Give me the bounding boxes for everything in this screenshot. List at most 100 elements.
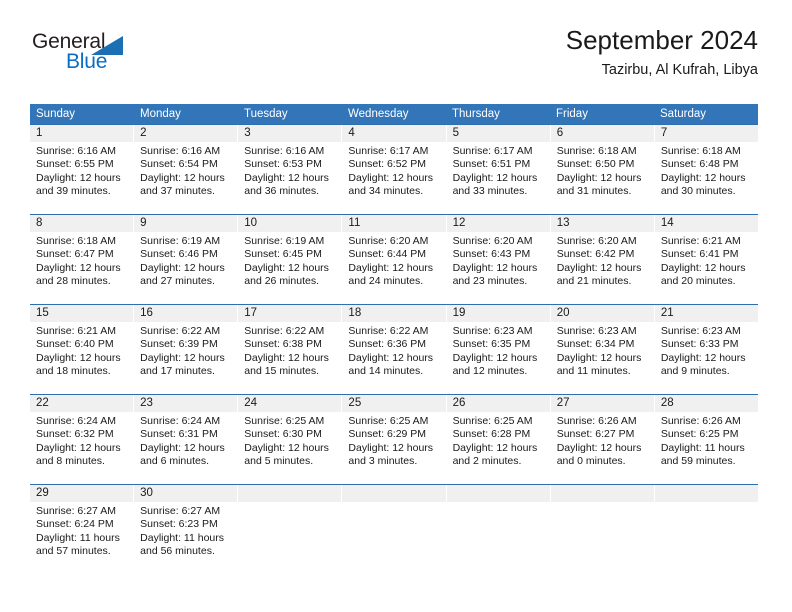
day-cell[interactable]: 2 Sunrise: 6:16 AM Sunset: 6:54 PM Dayli…	[133, 125, 237, 214]
sunset-text: Sunset: 6:27 PM	[556, 428, 635, 441]
day-cell-empty[interactable]	[445, 485, 550, 574]
sunrise-text: Sunrise: 6:26 AM	[556, 415, 637, 427]
sunrise-text: Sunrise: 6:16 AM	[244, 145, 325, 157]
day-cell[interactable]: 23 Sunrise: 6:24 AM Sunset: 6:31 PM Dayl…	[133, 395, 237, 484]
sunrise-text: Sunrise: 6:17 AM	[348, 145, 429, 157]
day-cell[interactable]: 3 Sunrise: 6:16 AM Sunset: 6:53 PM Dayli…	[237, 125, 341, 214]
sunset-text: Sunset: 6:29 PM	[348, 428, 427, 441]
day-cell[interactable]: 19 Sunrise: 6:23 AM Sunset: 6:35 PM Dayl…	[445, 305, 550, 394]
day-cell[interactable]: 22 Sunrise: 6:24 AM Sunset: 6:32 PM Dayl…	[30, 395, 133, 484]
daylight-text-line1: Daylight: 12 hours	[348, 171, 434, 184]
day-number: 12	[452, 217, 466, 229]
sunset-text: Sunset: 6:35 PM	[452, 338, 531, 351]
daylight-text-line1: Daylight: 12 hours	[244, 351, 329, 364]
day-number	[453, 485, 544, 502]
day-cell-empty[interactable]	[549, 485, 654, 574]
weekday-header-wednesday: Wednesday	[348, 108, 409, 120]
day-cell[interactable]: 28 Sunrise: 6:26 AM Sunset: 6:25 PM Dayl…	[653, 395, 758, 484]
daylight-text-line2: and 34 minutes.	[348, 185, 424, 198]
day-cell[interactable]: 7 Sunrise: 6:18 AM Sunset: 6:48 PM Dayli…	[653, 125, 758, 214]
day-cell[interactable]: 16 Sunrise: 6:22 AM Sunset: 6:39 PM Dayl…	[133, 305, 237, 394]
day-cell[interactable]: 8 Sunrise: 6:18 AM Sunset: 6:47 PM Dayli…	[30, 215, 133, 304]
day-cell[interactable]: 12 Sunrise: 6:20 AM Sunset: 6:43 PM Dayl…	[445, 215, 550, 304]
day-cell[interactable]: 10 Sunrise: 6:19 AM Sunset: 6:45 PM Dayl…	[237, 215, 341, 304]
day-cell[interactable]: 15 Sunrise: 6:21 AM Sunset: 6:40 PM Dayl…	[30, 305, 133, 394]
day-number: 26	[452, 397, 466, 409]
day-number: 16	[140, 307, 153, 319]
day-cell[interactable]: 25 Sunrise: 6:25 AM Sunset: 6:29 PM Dayl…	[341, 395, 445, 484]
day-cell[interactable]: 21 Sunrise: 6:23 AM Sunset: 6:33 PM Dayl…	[653, 305, 758, 394]
daylight-text-line2: and 36 minutes.	[244, 185, 319, 198]
day-info: Sunrise: 6:20 AM Sunset: 6:42 PM Dayligh…	[557, 235, 648, 289]
sunset-text: Sunset: 6:55 PM	[36, 158, 114, 171]
day-cell[interactable]: 17 Sunrise: 6:22 AM Sunset: 6:38 PM Dayl…	[237, 305, 341, 394]
weekday-header-saturday: Saturday	[660, 108, 707, 120]
day-info: Sunrise: 6:24 AM Sunset: 6:31 PM Dayligh…	[140, 415, 231, 469]
day-info: Sunrise: 6:25 AM Sunset: 6:29 PM Dayligh…	[348, 415, 439, 469]
day-info: Sunrise: 6:22 AM Sunset: 6:36 PM Dayligh…	[348, 325, 439, 379]
sunrise-text: Sunrise: 6:23 AM	[556, 325, 637, 337]
day-info: Sunrise: 6:25 AM Sunset: 6:30 PM Dayligh…	[244, 415, 335, 469]
day-cell[interactable]: 1 Sunrise: 6:16 AM Sunset: 6:55 PM Dayli…	[30, 125, 133, 214]
day-cell-empty[interactable]	[237, 485, 341, 574]
daylight-text-line2: and 57 minutes.	[36, 545, 111, 558]
day-cell[interactable]: 30 Sunrise: 6:27 AM Sunset: 6:23 PM Dayl…	[133, 485, 237, 574]
calendar-page: General Blue September 2024 Tazirbu, Al …	[0, 0, 792, 612]
sunset-text: Sunset: 6:53 PM	[244, 158, 322, 171]
day-cell[interactable]: 4 Sunrise: 6:17 AM Sunset: 6:52 PM Dayli…	[341, 125, 445, 214]
day-cell[interactable]: 9 Sunrise: 6:19 AM Sunset: 6:46 PM Dayli…	[133, 215, 237, 304]
daylight-text-line1: Daylight: 12 hours	[452, 351, 538, 364]
sunset-text: Sunset: 6:40 PM	[36, 338, 114, 351]
sunrise-text: Sunrise: 6:24 AM	[140, 415, 221, 427]
daylight-text-line2: and 59 minutes.	[660, 455, 736, 468]
daylight-text-line2: and 8 minutes.	[36, 455, 105, 468]
day-number: 30	[140, 487, 153, 499]
sunrise-text: Sunrise: 6:16 AM	[36, 145, 116, 157]
day-number: 9	[140, 217, 147, 229]
day-info: Sunrise: 6:26 AM Sunset: 6:25 PM Dayligh…	[661, 415, 752, 469]
daylight-text-line1: Daylight: 12 hours	[348, 441, 434, 454]
sunset-text: Sunset: 6:36 PM	[348, 338, 427, 351]
day-number: 13	[556, 217, 570, 229]
day-info: Sunrise: 6:20 AM Sunset: 6:44 PM Dayligh…	[348, 235, 439, 289]
daylight-text-line1: Daylight: 12 hours	[452, 261, 538, 274]
sunset-text: Sunset: 6:34 PM	[556, 338, 635, 351]
daylight-text-line2: and 33 minutes.	[452, 185, 528, 198]
sunset-text: Sunset: 6:51 PM	[452, 158, 531, 171]
day-cell[interactable]: 20 Sunrise: 6:23 AM Sunset: 6:34 PM Dayl…	[549, 305, 654, 394]
day-cell[interactable]: 18 Sunrise: 6:22 AM Sunset: 6:36 PM Dayl…	[341, 305, 445, 394]
day-info: Sunrise: 6:17 AM Sunset: 6:51 PM Dayligh…	[453, 145, 544, 199]
sunrise-text: Sunrise: 6:25 AM	[244, 415, 325, 427]
general-blue-logo[interactable]: General Blue	[30, 30, 260, 88]
day-cell[interactable]: 5 Sunrise: 6:17 AM Sunset: 6:51 PM Dayli…	[445, 125, 550, 214]
day-cell[interactable]: 24 Sunrise: 6:25 AM Sunset: 6:30 PM Dayl…	[237, 395, 341, 484]
day-cell-empty[interactable]	[653, 485, 758, 574]
day-number	[348, 485, 439, 502]
day-number: 23	[140, 397, 153, 409]
sunrise-text: Sunrise: 6:21 AM	[36, 325, 116, 337]
sunset-text: Sunset: 6:47 PM	[36, 248, 114, 261]
day-cell[interactable]: 27 Sunrise: 6:26 AM Sunset: 6:27 PM Dayl…	[549, 395, 654, 484]
day-number: 29	[36, 487, 49, 499]
day-cell[interactable]: 29 Sunrise: 6:27 AM Sunset: 6:24 PM Dayl…	[30, 485, 133, 574]
sunset-text: Sunset: 6:38 PM	[244, 338, 322, 351]
day-number: 4	[348, 127, 355, 139]
day-info: Sunrise: 6:16 AM Sunset: 6:55 PM Dayligh…	[36, 145, 127, 199]
sunrise-text: Sunrise: 6:22 AM	[140, 325, 221, 337]
day-cell[interactable]: 13 Sunrise: 6:20 AM Sunset: 6:42 PM Dayl…	[549, 215, 654, 304]
day-cell[interactable]: 26 Sunrise: 6:25 AM Sunset: 6:28 PM Dayl…	[445, 395, 550, 484]
daylight-text-line2: and 14 minutes.	[348, 365, 424, 378]
daylight-text-line2: and 30 minutes.	[660, 185, 736, 198]
day-cell-empty[interactable]	[341, 485, 445, 574]
daylight-text-line1: Daylight: 12 hours	[556, 441, 642, 454]
day-number: 11	[348, 217, 361, 229]
day-cell[interactable]: 6 Sunrise: 6:18 AM Sunset: 6:50 PM Dayli…	[549, 125, 654, 214]
sunrise-text: Sunrise: 6:23 AM	[452, 325, 533, 337]
daylight-text-line2: and 31 minutes.	[556, 185, 632, 198]
daylight-text-line1: Daylight: 12 hours	[244, 441, 329, 454]
sunset-text: Sunset: 6:45 PM	[244, 248, 322, 261]
daylight-text-line2: and 5 minutes.	[244, 455, 314, 468]
day-cell[interactable]: 14 Sunrise: 6:21 AM Sunset: 6:41 PM Dayl…	[653, 215, 758, 304]
sunrise-text: Sunrise: 6:19 AM	[244, 235, 325, 247]
day-cell[interactable]: 11 Sunrise: 6:20 AM Sunset: 6:44 PM Dayl…	[341, 215, 445, 304]
